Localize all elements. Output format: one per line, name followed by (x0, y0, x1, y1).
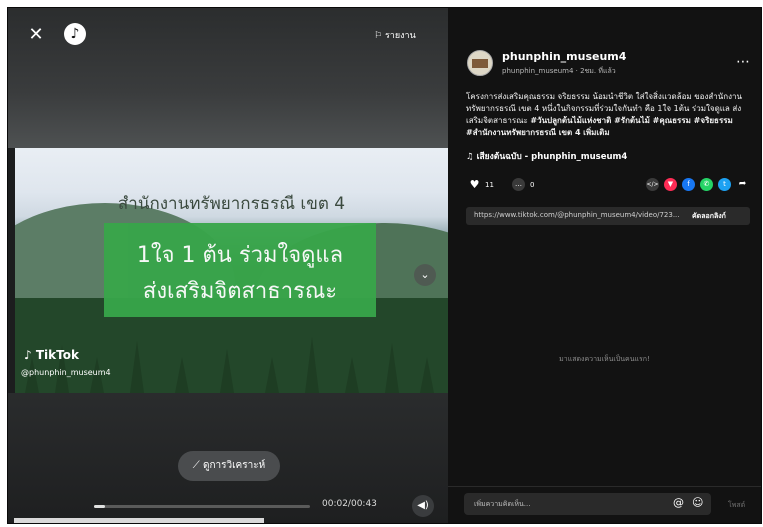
username[interactable]: phunphin_museum4 (502, 50, 626, 63)
comment-icon[interactable]: … (512, 178, 525, 191)
share-link-text[interactable]: https://www.tiktok.com/@phunphin_museum4… (474, 211, 680, 219)
tree (175, 357, 189, 393)
mention-icon[interactable]: @ (673, 496, 684, 509)
video-progress-bar[interactable] (94, 505, 310, 508)
watermark-handle: @phunphin_museum4 (21, 368, 111, 377)
like-count: 11 (485, 181, 494, 189)
facebook-icon[interactable]: f (682, 178, 695, 191)
close-icon[interactable]: ✕ (26, 25, 46, 45)
comment-field[interactable]: เพิ่มความคิดเห็น... @ ☺ (464, 493, 711, 515)
avatar-image (472, 59, 488, 68)
tree (305, 337, 319, 393)
post-caption: โครงการส่งเสริมคุณธรรม จริยธรรม น้อมนำชี… (466, 91, 756, 139)
view-analytics-button[interactable]: ⟋ ดูการวิเคราะห์ (178, 451, 280, 481)
share-icon[interactable]: ▼ (664, 178, 677, 191)
post-details-panel: phunphin_museum4 phunphin_museum4 · 2ชม.… (448, 8, 761, 523)
chevron-down-icon[interactable]: ⌄ (414, 264, 436, 286)
post-comment-button[interactable]: โพสต์ (728, 500, 745, 511)
tiktok-post-viewer: สำนักงานทรัพยากรธรณี เขต 4 1ใจ 1 ต้น ร่ว… (7, 7, 762, 524)
report-button[interactable]: ⚐ รายงาน (374, 28, 416, 44)
tree (345, 357, 359, 393)
empty-comments-message: มาแสดงความเห็นเป็นคนแรก! (559, 355, 650, 363)
video-frame[interactable]: สำนักงานทรัพยากรธรณี เขต 4 1ใจ 1 ต้น ร่ว… (15, 148, 448, 393)
comment-input[interactable]: เพิ่มความคิดเห็น... (474, 499, 530, 510)
report-label: รายงาน (384, 31, 416, 41)
divider (448, 486, 761, 487)
tree (265, 357, 279, 393)
watermark-brand: TikTok (35, 348, 79, 362)
office-title: สำนักงานทรัพยากรธรณี เขต 4 (117, 194, 346, 214)
volume-icon[interactable]: ◀) (412, 495, 434, 517)
emoji-icon[interactable]: ☺ (692, 496, 703, 509)
share-link-box: https://www.tiktok.com/@phunphin_museum4… (466, 207, 750, 225)
bottom-strip (14, 518, 264, 523)
embed-icon[interactable]: </> (646, 178, 659, 191)
slogan-banner: 1ใจ 1 ต้น ร่วมใจดูแล ส่งเสริมจิตสาธารณะ (104, 223, 376, 317)
share-arrow-icon[interactable]: ➦ (736, 178, 749, 191)
video-time: 00:02/00:43 (322, 499, 377, 509)
avatar[interactable] (467, 50, 493, 76)
see-more-link[interactable]: เพิ่มเติม (583, 128, 609, 137)
tiktok-watermark: ♪ TikTok (24, 348, 79, 362)
more-options-icon[interactable]: ⋯ (736, 54, 750, 70)
post-meta: phunphin_museum4 · 2ชม. ที่แล้ว (502, 67, 616, 75)
slogan-line-2: ส่งเสริมจิตสาธารณะ (142, 279, 338, 304)
video-panel[interactable]: สำนักงานทรัพยากรธรณี เขต 4 1ใจ 1 ต้น ร่ว… (8, 8, 448, 523)
flag-icon: ⚐ (374, 31, 383, 41)
music-link[interactable]: ♫ เสียงต้นฉบับ - phunphin_museum4 (466, 149, 627, 163)
comment-count: 0 (530, 181, 535, 189)
tree (385, 343, 399, 393)
whatsapp-icon[interactable]: ✆ (700, 178, 713, 191)
tree (420, 357, 434, 393)
heart-icon[interactable]: ♥ (468, 178, 481, 191)
tree (130, 341, 144, 393)
copy-link-button[interactable]: คัดลอกลิงก์ (692, 211, 726, 222)
chart-icon: ⟋ (192, 460, 200, 471)
video-progress-fill (94, 505, 105, 508)
tiktok-note-icon: ♪ (24, 348, 32, 362)
tiktok-logo-icon[interactable]: ♪ (64, 23, 86, 45)
analytics-label: ดูการวิเคราะห์ (202, 460, 266, 471)
twitter-icon[interactable]: t (718, 178, 731, 191)
slogan-line-1: 1ใจ 1 ต้น ร่วมใจดูแล (136, 243, 344, 268)
tree (220, 349, 234, 393)
